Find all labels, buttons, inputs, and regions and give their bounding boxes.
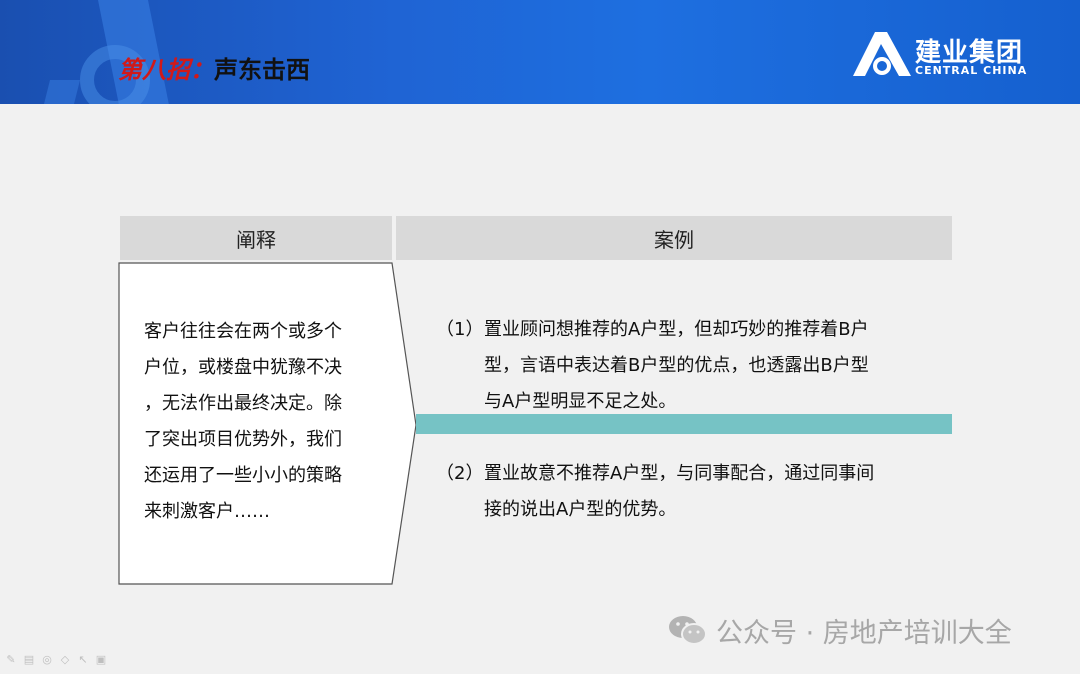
explanation-text: 客户往往会在两个或多个 户位，或楼盘中犹豫不决 ，无法作出最终决定。除 了突出项…	[144, 321, 342, 522]
case-item-2: （2） 置业故意不推荐A户型，与同事配合，通过同事间 接的说出A户型的优势。	[436, 456, 936, 528]
logo-english-text: CENTRAL CHINA	[915, 64, 1028, 77]
case-text: 置业故意不推荐A户型，与同事配合，通过同事间 接的说出A户型的优势。	[484, 463, 875, 520]
central-china-logo-icon	[853, 32, 911, 76]
cursor-icon[interactable]: ↖	[76, 654, 90, 666]
page-title: 第八招：声东击西	[118, 50, 310, 85]
case-text: 置业顾问想推荐的A户型，但却巧妙的推荐着B户 型，言语中表达着B户型的优点，也透…	[484, 319, 869, 412]
eraser-icon[interactable]: ◇	[58, 654, 72, 666]
pointer-icon[interactable]: ◎	[40, 654, 54, 666]
title-main: 声东击西	[214, 56, 310, 84]
case-number: （2）	[436, 463, 484, 484]
slideshow-toolbar: ✎ ▤ ◎ ◇ ↖ ▣	[4, 654, 108, 666]
wechat-icon	[669, 616, 707, 645]
watermark: 公众号 · 房地产培训大全	[668, 612, 1012, 649]
title-prefix: 第八招：	[118, 56, 214, 84]
company-logo: 建业集团 CENTRAL CHINA	[853, 32, 1033, 80]
slides-icon[interactable]: ▤	[22, 654, 36, 666]
case-number: （1）	[436, 319, 484, 340]
column-header-case: 案例	[396, 216, 952, 260]
camera-icon[interactable]: ▣	[94, 654, 108, 666]
watermark-text: 公众号 · 房地产培训大全	[716, 617, 1012, 649]
case-item-1: （1） 置业顾问想推荐的A户型，但却巧妙的推荐着B户 型，言语中表达着B户型的优…	[436, 312, 936, 422]
pen-icon[interactable]: ✎	[4, 654, 18, 666]
column-header-explanation: 阐释	[120, 216, 392, 260]
